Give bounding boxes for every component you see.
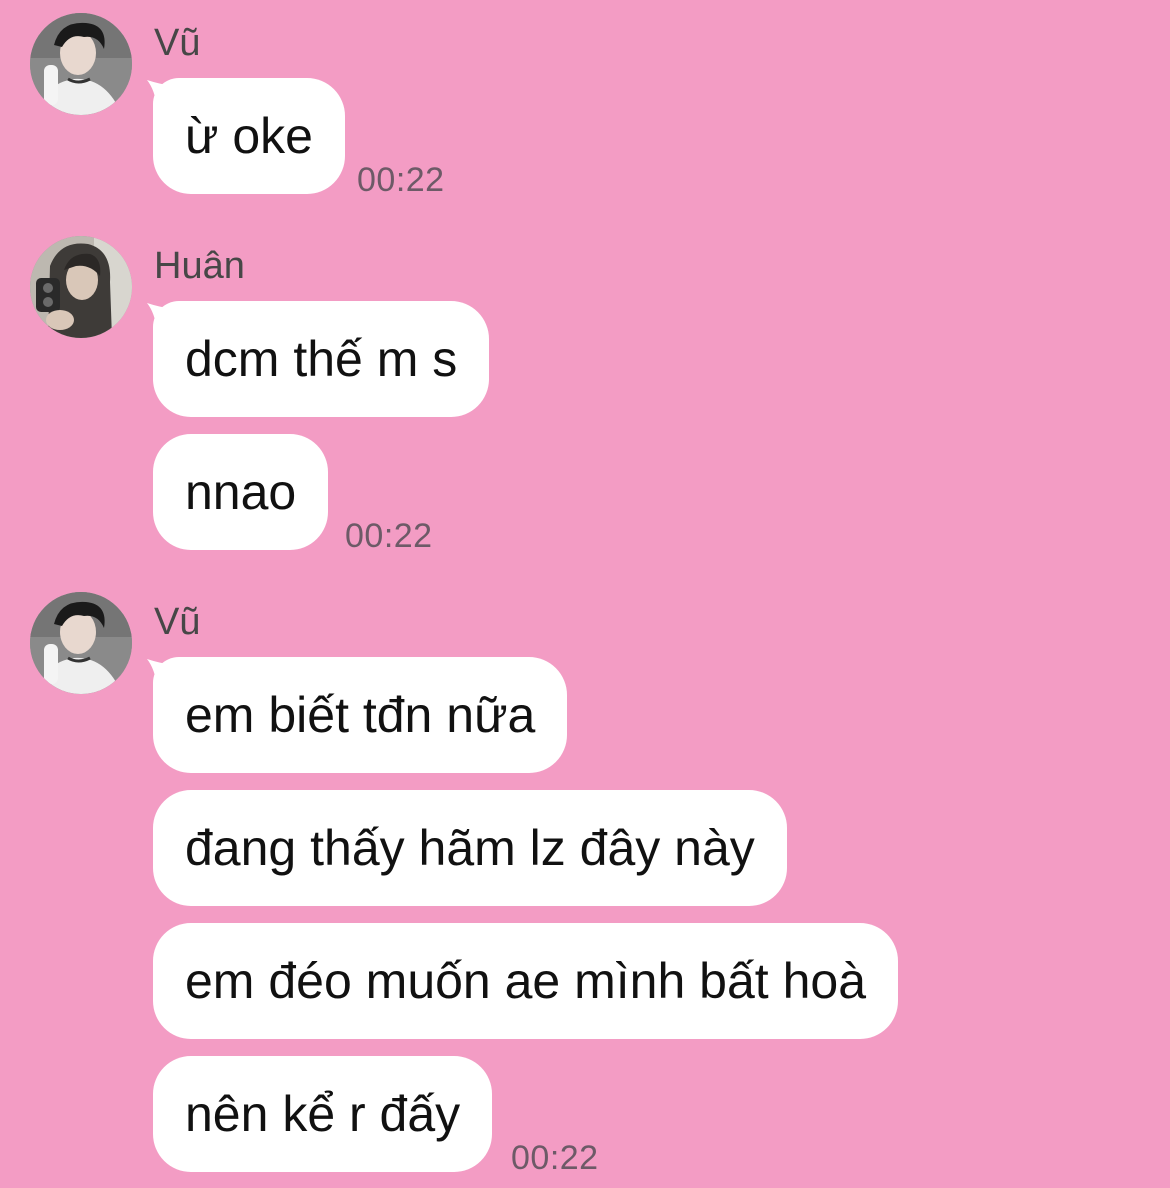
avatar-vu-image xyxy=(30,592,132,694)
message-bubble[interactable]: em đéo muốn ae mình bất hoà xyxy=(153,923,899,1039)
avatar-vu[interactable] xyxy=(30,13,132,115)
sender-name: Huân xyxy=(154,245,245,287)
message-bubble[interactable]: ừ oke xyxy=(153,78,345,194)
message-bubble[interactable]: dcm thế m s xyxy=(153,301,490,417)
message-text: đang thấy hãm lz đây này xyxy=(185,820,755,876)
message-timestamp: 00:22 xyxy=(357,161,445,199)
chat-thread: Vũ ừ oke 00:22 Huân dcm thế m s nnao 00:… xyxy=(0,0,1170,1188)
message-bubble[interactable]: đang thấy hãm lz đây này xyxy=(153,790,787,906)
message-bubble[interactable]: nnao xyxy=(153,434,329,550)
avatar-vu[interactable] xyxy=(30,592,132,694)
message-text: em đéo muốn ae mình bất hoà xyxy=(185,953,867,1009)
sender-name: Vũ xyxy=(154,601,201,643)
avatar-vu-image xyxy=(30,13,132,115)
message-text: nnao xyxy=(185,464,297,520)
message-text: nên kể r đấy xyxy=(185,1086,461,1142)
avatar-huan-image xyxy=(30,236,132,338)
avatar-huan[interactable] xyxy=(30,236,132,338)
sender-name: Vũ xyxy=(154,22,201,64)
message-timestamp: 00:22 xyxy=(345,517,433,555)
message-text: ừ oke xyxy=(185,108,313,164)
message-text: em biết tđn nữa xyxy=(185,687,536,743)
message-bubble[interactable]: em biết tđn nữa xyxy=(153,657,568,773)
message-text: dcm thế m s xyxy=(185,331,458,387)
message-bubble[interactable]: nên kể r đấy xyxy=(153,1056,493,1172)
message-timestamp: 00:22 xyxy=(511,1139,599,1177)
